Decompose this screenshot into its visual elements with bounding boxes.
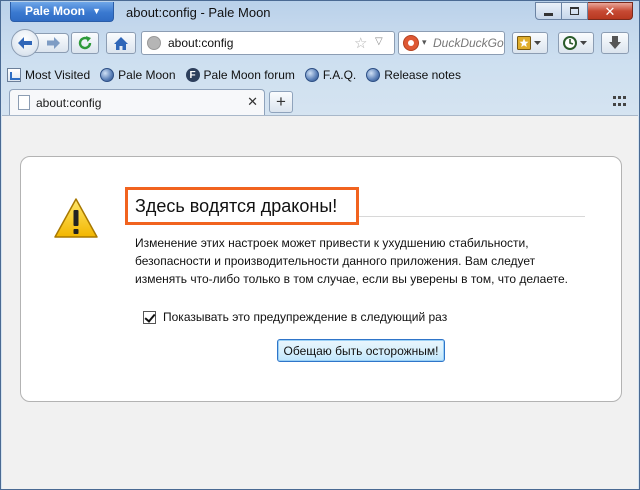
download-arrow-icon — [609, 36, 621, 49]
search-bar[interactable]: ▾ DuckDuckGo — [398, 31, 505, 55]
show-warning-checkbox-label[interactable]: Показывать это предупреждение в следующи… — [163, 310, 447, 324]
maximize-button[interactable] — [562, 2, 588, 20]
site-identity-icon[interactable] — [147, 36, 161, 50]
list-all-tabs-button[interactable] — [613, 96, 627, 108]
grid-dot — [613, 103, 616, 106]
bookmark-label: Pale Moon forum — [203, 68, 295, 82]
grid-dot — [623, 96, 626, 99]
bookmark-label: F.A.Q. — [322, 68, 357, 82]
page-content: Здесь водятся драконы! Изменение этих на… — [2, 115, 638, 489]
star-addon-icon — [517, 36, 541, 50]
globe-icon — [366, 68, 381, 82]
app-menu-label: Pale Moon — [25, 4, 86, 18]
bookmark-pale-moon[interactable]: Pale Moon — [100, 68, 176, 82]
bookmark-faq[interactable]: F.A.Q. — [304, 68, 357, 82]
bookmark-label: Release notes — [384, 68, 461, 82]
url-input[interactable]: about:config — [168, 36, 233, 50]
url-bar[interactable]: about:config ☆ ▽ — [141, 31, 395, 55]
warning-panel: Здесь водятся драконы! Изменение этих на… — [20, 156, 622, 402]
grid-dot — [618, 103, 621, 106]
duckduckgo-icon[interactable] — [403, 35, 419, 51]
grid-dot — [618, 96, 621, 99]
bookmark-label: Pale Moon — [118, 68, 176, 82]
chevron-down-icon: ▼ — [92, 6, 101, 16]
plus-icon: + — [276, 92, 286, 111]
minimize-icon — [544, 12, 553, 16]
window-title: about:config - Pale Moon — [126, 5, 271, 20]
tab-label: about:config — [36, 96, 102, 110]
forum-f-icon: F — [185, 68, 200, 82]
warning-triangle-icon — [54, 198, 98, 238]
reload-button[interactable] — [71, 32, 99, 54]
bookmark-pale-moon-forum[interactable]: F Pale Moon forum — [185, 68, 295, 82]
heading-divider — [359, 216, 585, 217]
bookmarks-toolbar: Most Visited Pale Moon F Pale Moon forum… — [7, 64, 633, 86]
bookmark-label: Most Visited — [25, 68, 91, 82]
arrow-left-icon — [18, 37, 32, 49]
app-menu-button[interactable]: Pale Moon ▼ — [10, 2, 114, 22]
back-forward-group — [11, 29, 71, 57]
home-icon — [114, 36, 128, 50]
navigation-toolbar: about:config ☆ ▽ ▾ DuckDuckGo — [7, 26, 633, 60]
clock-icon — [563, 36, 587, 50]
back-button[interactable] — [11, 29, 39, 57]
home-button[interactable] — [106, 32, 136, 54]
search-input[interactable]: DuckDuckGo — [433, 36, 504, 50]
new-tab-button[interactable]: + — [269, 91, 293, 113]
globe-icon — [100, 68, 115, 82]
addon-bar-button[interactable] — [512, 32, 548, 54]
tab-strip: about:config ✕ + — [7, 89, 633, 115]
url-history-dropdown-icon[interactable]: ▽ — [375, 36, 383, 47]
warning-description: Изменение этих настроек может привести к… — [135, 236, 568, 286]
most-visited-icon — [7, 68, 21, 82]
accept-risk-button[interactable]: Обещаю быть осторожным! — [277, 339, 445, 362]
search-engine-dropdown-icon[interactable]: ▾ — [422, 37, 427, 48]
arrow-right-icon — [47, 37, 60, 49]
bookmark-star-icon[interactable]: ☆ — [354, 34, 367, 52]
tab-about-config[interactable]: about:config ✕ — [9, 89, 265, 115]
maximize-icon — [570, 7, 579, 15]
warning-heading: Здесь водятся драконы! — [135, 196, 338, 216]
show-warning-checkbox[interactable] — [143, 310, 156, 324]
bookmark-most-visited[interactable]: Most Visited — [7, 68, 90, 82]
close-window-button[interactable]: ✕ — [588, 2, 633, 20]
grid-dot — [623, 103, 626, 106]
globe-icon — [304, 68, 319, 82]
show-warning-checkbox-row[interactable]: Показывать это предупреждение в следующи… — [143, 310, 447, 324]
close-icon: ✕ — [604, 3, 616, 19]
page-icon — [18, 95, 30, 110]
bookmark-release-notes[interactable]: Release notes — [366, 68, 461, 82]
browser-window: Pale Moon ▼ about:config - Pale Moon ✕ a… — [0, 0, 640, 490]
downloads-button[interactable] — [601, 32, 629, 54]
title-bar: Pale Moon ▼ about:config - Pale Moon ✕ — [1, 1, 639, 25]
minimize-button[interactable] — [535, 2, 562, 20]
window-controls: ✕ — [535, 2, 633, 20]
reload-icon — [78, 36, 92, 50]
grid-dot — [613, 96, 616, 99]
close-tab-icon[interactable]: ✕ — [247, 94, 258, 110]
history-button[interactable] — [558, 32, 594, 54]
